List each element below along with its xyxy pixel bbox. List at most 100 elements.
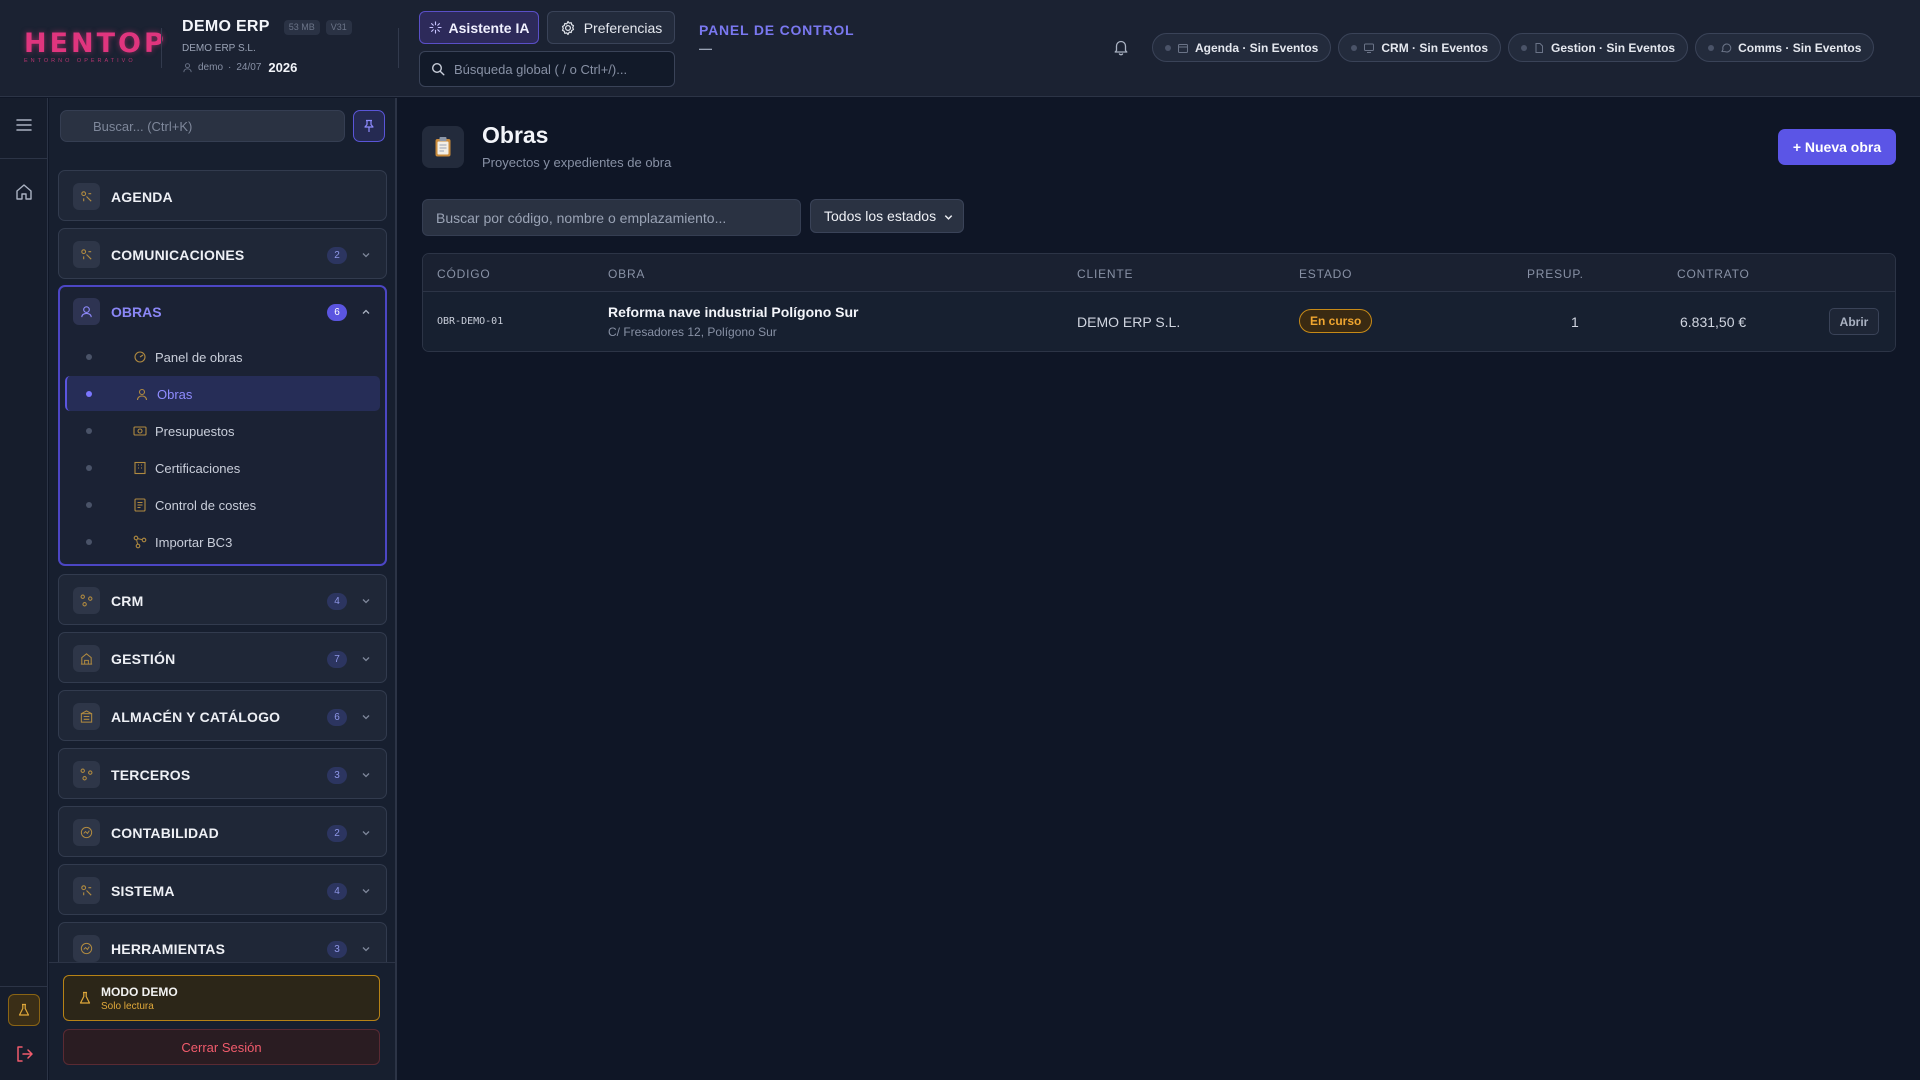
sidebar-section-gestion[interactable]: GESTIÓN 7: [58, 632, 387, 683]
sidebar-item-label: Control de costes: [155, 498, 257, 513]
bullet: [86, 354, 92, 360]
separator-dot: ·: [228, 62, 232, 73]
gestion-status-pill[interactable]: Gestion · Sin Eventos: [1508, 33, 1689, 62]
column-header-presup[interactable]: PRESUP.: [1527, 267, 1584, 281]
home-icon[interactable]: [14, 182, 34, 202]
obra-code: OBR-DEMO-01: [437, 316, 504, 327]
company-name: DEMO ERP: [182, 18, 270, 35]
sidebar-section-sistema[interactable]: SISTEMA 4: [58, 864, 387, 915]
sidebar-section-comunicaciones[interactable]: COMUNICACIONES 2: [58, 228, 387, 279]
third-parties-icon: [73, 761, 100, 788]
status-filter-select[interactable]: Todos los estados: [810, 199, 964, 233]
sidebar-item-control-de-costes[interactable]: Control de costes: [65, 487, 380, 522]
obra-contract-amount: 6.831,50 €: [1680, 314, 1747, 330]
section-label: COMUNICACIONES: [111, 247, 245, 263]
panel-subtitle: —: [699, 41, 712, 56]
communications-icon: [73, 241, 100, 268]
section-count-badge: 7: [327, 651, 347, 668]
global-search-input[interactable]: [454, 61, 664, 77]
system-icon: [73, 877, 100, 904]
company-info: DEMO ERP 53 MB V31 DEMO ERP S.L. demo · …: [182, 17, 352, 75]
page-subtitle: Proyectos y expedientes de obra: [482, 155, 672, 170]
sidebar-item-importar-bc3[interactable]: Importar BC3: [65, 524, 380, 559]
logo-subtitle: ENTORNO OPERATIVO: [24, 58, 136, 64]
status-dot: [1708, 44, 1715, 51]
column-header-codigo[interactable]: CÓDIGO: [437, 267, 490, 281]
main-content: Obras Proyectos y expedientes de obra + …: [398, 98, 1920, 1080]
column-header-cliente[interactable]: CLIENTE: [1077, 267, 1133, 281]
flask-icon: [79, 991, 91, 1004]
ai-assistant-button[interactable]: Asistente IA: [419, 11, 539, 44]
section-label: AGENDA: [111, 189, 173, 205]
section-count-badge: 4: [327, 593, 347, 610]
sidebar-section-obras: OBRAS 6 Panel de obras Obras Presupuesto…: [58, 285, 387, 566]
obras-search-input[interactable]: [422, 199, 801, 236]
logo-text: HENTOP: [24, 28, 167, 59]
column-header-contrato[interactable]: CONTRATO: [1677, 267, 1750, 281]
sidebar-search-input[interactable]: [93, 118, 333, 134]
app-logo[interactable]: HENTOP ENTORNO OPERATIVO: [24, 28, 167, 64]
chevron-down-icon: [362, 773, 370, 778]
preferences-button[interactable]: Preferencias: [547, 11, 675, 44]
sidebar-item-presupuestos[interactable]: Presupuestos: [65, 413, 380, 448]
table-row[interactable]: OBR-DEMO-01 Reforma nave industrial Polí…: [423, 292, 1895, 351]
table-header: CÓDIGO OBRA CLIENTE ESTADO PRESUP. CONTR…: [423, 254, 1895, 292]
global-search[interactable]: [419, 51, 675, 87]
chevron-down-icon: [362, 599, 370, 604]
sidebar-item-label: Presupuestos: [155, 424, 235, 439]
size-tag: 53 MB: [283, 19, 320, 35]
divider: [0, 158, 48, 159]
sidebar-item-certificaciones[interactable]: Certificaciones: [65, 450, 380, 485]
section-count-badge: 3: [327, 767, 347, 784]
chevron-up-icon[interactable]: [360, 306, 372, 318]
network-icon: [133, 535, 147, 549]
demo-mode-banner: MODO DEMO Solo lectura: [63, 975, 380, 1021]
sidebar-section-agenda[interactable]: AGENDA: [58, 170, 387, 221]
demo-mode-button[interactable]: [8, 994, 40, 1026]
sidebar-section-crm[interactable]: CRM 4: [58, 574, 387, 625]
pin-icon: [364, 119, 374, 132]
section-label[interactable]: OBRAS: [111, 304, 162, 320]
section-count-badge: 2: [327, 247, 347, 264]
sidebar-section-terceros[interactable]: TERCEROS 3: [58, 748, 387, 799]
sidebar-item-label: Importar BC3: [155, 535, 233, 550]
company-legal-name: DEMO ERP S.L.: [182, 43, 256, 54]
session-date: 24/07: [236, 62, 262, 73]
search-icon: [431, 62, 445, 76]
obra-budgets-count: 1: [1571, 314, 1579, 330]
open-obra-button[interactable]: Abrir: [1829, 308, 1879, 335]
divider: [0, 986, 48, 987]
logout-icon[interactable]: [14, 1044, 34, 1064]
sidebar-section-almacen[interactable]: ALMACÉN Y CATÁLOGO 6: [58, 690, 387, 741]
agenda-status-pill[interactable]: Agenda · Sin Eventos: [1152, 33, 1332, 62]
bullet: [86, 465, 92, 471]
sidebar-search[interactable]: [60, 110, 345, 142]
status-dot: [1351, 44, 1358, 51]
chevron-down-icon: [362, 715, 370, 720]
sidebar-section-contabilidad[interactable]: CONTABILIDAD 2: [58, 806, 387, 857]
column-header-estado[interactable]: ESTADO: [1299, 267, 1352, 281]
sidebar: AGENDA COMUNICACIONES 2 OBRAS 6 Panel de…: [49, 98, 397, 1080]
chevron-down-icon: [362, 889, 370, 894]
chevron-down-icon: [944, 215, 953, 220]
bullet: [86, 391, 92, 397]
clipboard-icon: [422, 126, 464, 168]
pin-sidebar-button[interactable]: [353, 110, 385, 142]
chat-icon: [1721, 43, 1732, 53]
comms-status-pill[interactable]: Comms · Sin Eventos: [1695, 33, 1875, 62]
ledger-icon: [134, 498, 146, 512]
section-label: GESTIÓN: [111, 651, 176, 667]
session-year: 2026: [268, 60, 298, 75]
panel-title[interactable]: PANEL DE CONTROL: [699, 22, 854, 38]
hamburger-menu-icon[interactable]: [14, 115, 34, 135]
sidebar-item-obras[interactable]: Obras: [65, 376, 380, 411]
obra-name[interactable]: Reforma nave industrial Polígono Sur: [608, 304, 858, 320]
bell-icon[interactable]: [1112, 38, 1130, 56]
column-header-obra[interactable]: OBRA: [608, 267, 645, 281]
new-obra-button[interactable]: + Nueva obra: [1778, 129, 1896, 165]
sidebar-item-panel-de-obras[interactable]: Panel de obras: [65, 339, 380, 374]
top-bar: HENTOP ENTORNO OPERATIVO DEMO ERP 53 MB …: [0, 0, 1920, 97]
section-label: TERCEROS: [111, 767, 191, 783]
crm-status-pill[interactable]: CRM · Sin Eventos: [1338, 33, 1502, 62]
logout-button[interactable]: Cerrar Sesión: [63, 1029, 380, 1065]
